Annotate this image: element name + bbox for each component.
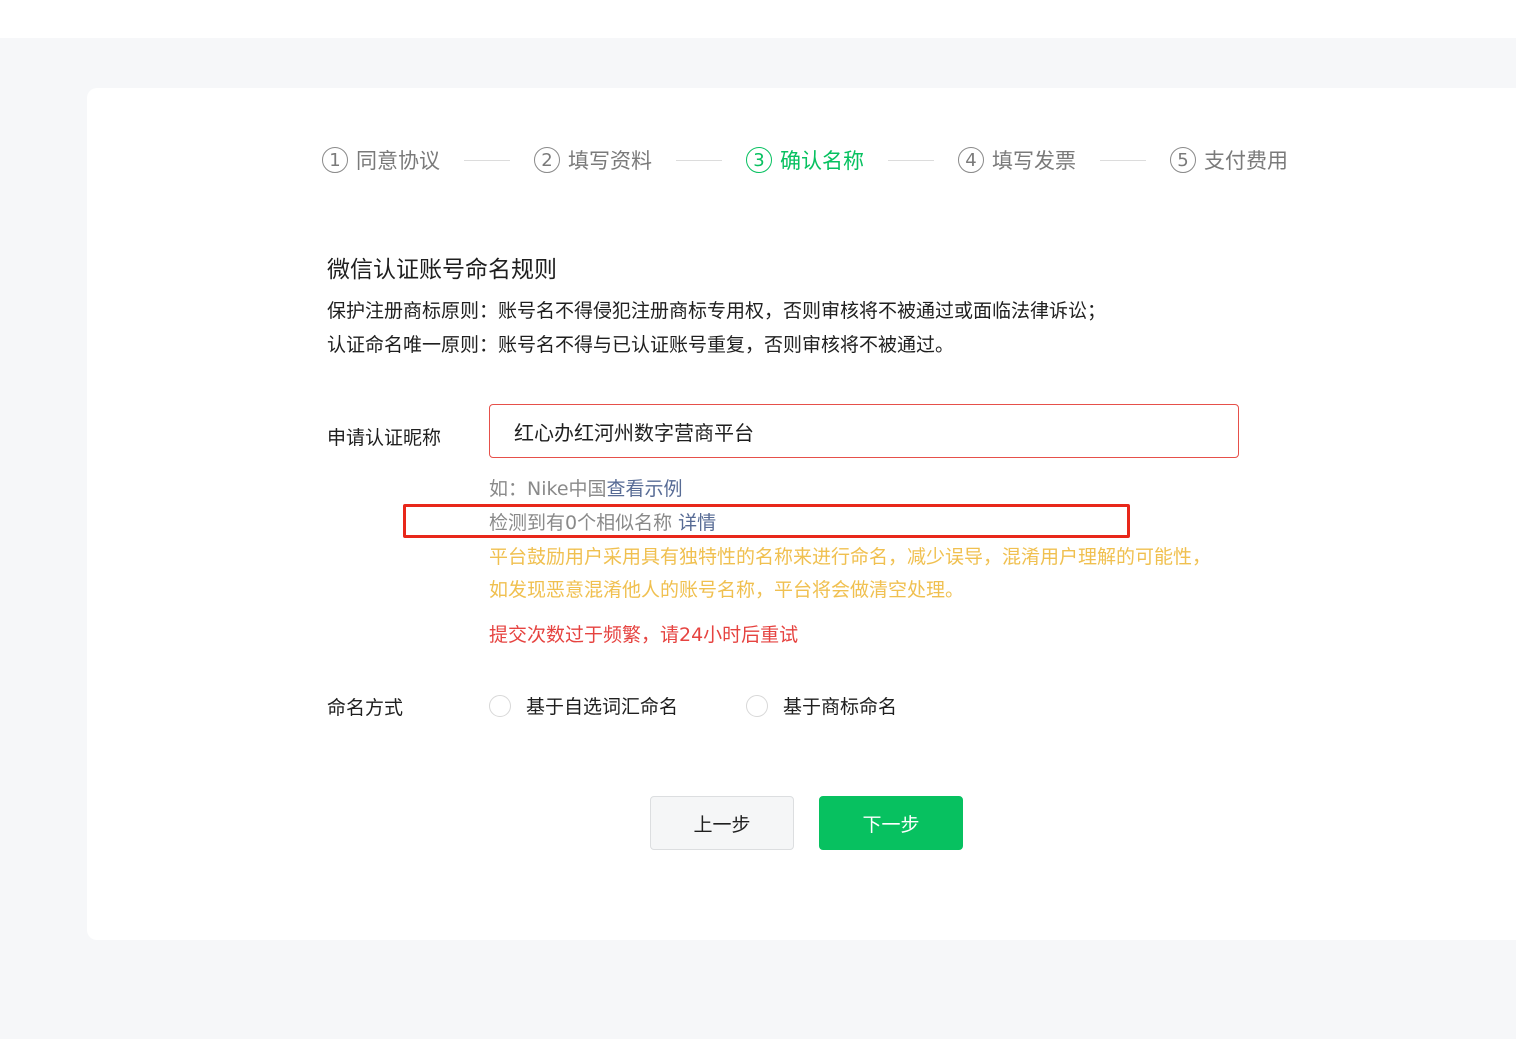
- rules-trademark-principle: 保护注册商标原则：账号名不得侵犯注册商标专用权，否则审核将不被通过或面临法律诉讼…: [327, 300, 1107, 322]
- encourage-note-line2: 如发现恶意混淆他人的账号名称，平台将会做清空处理。: [489, 579, 965, 601]
- radio-circle[interactable]: [746, 694, 768, 717]
- step-4: 4 填写发票: [958, 145, 1076, 175]
- step-number: 4: [958, 147, 984, 173]
- top-bar: [0, 0, 1516, 38]
- step-1: 1 同意协议: [322, 145, 440, 175]
- radio-trademark[interactable]: 基于商标命名: [746, 692, 897, 719]
- step-number: 2: [534, 147, 560, 173]
- radio-label: 基于商标命名: [783, 696, 898, 718]
- next-step-button[interactable]: 下一步: [819, 796, 963, 850]
- error-message: 提交次数过于频繁，请24小时后重试: [489, 624, 799, 646]
- step-number: 1: [322, 147, 348, 173]
- step-divider: [1100, 159, 1146, 161]
- prev-step-button[interactable]: 上一步: [650, 796, 794, 850]
- rules-unique-principle: 认证命名唯一原则：账号名不得与已认证账号重复，否则审核将不被通过。: [327, 334, 955, 356]
- nickname-label: 申请认证昵称: [327, 427, 442, 449]
- step-number: 5: [1170, 147, 1196, 173]
- radio-circle[interactable]: [489, 694, 511, 717]
- step-3: 3 确认名称: [746, 145, 864, 175]
- encourage-note-line1: 平台鼓励用户采用具有独特性的名称来进行命名，减少误导，混淆用户理解的可能性，: [489, 546, 1212, 568]
- radio-label: 基于自选词汇命名: [526, 696, 679, 718]
- step-5: 5 支付费用: [1170, 145, 1288, 175]
- step-label: 确认名称: [780, 149, 864, 173]
- step-label: 填写发票: [992, 149, 1076, 173]
- step-label: 同意协议: [356, 149, 440, 173]
- radio-custom-vocabulary[interactable]: 基于自选词汇命名: [489, 692, 678, 719]
- step-2: 2 填写资料: [534, 145, 652, 175]
- step-divider: [464, 159, 510, 161]
- view-example-link[interactable]: 查看示例: [607, 478, 683, 500]
- step-number: 3: [746, 147, 772, 173]
- step-label: 填写资料: [568, 149, 652, 173]
- rules-title: 微信认证账号命名规则: [327, 257, 557, 283]
- annotation-highlight-box: [403, 504, 1130, 538]
- example-prefix: 如：Nike中国: [489, 478, 607, 500]
- nickname-input[interactable]: [489, 404, 1239, 458]
- step-label: 支付费用: [1204, 149, 1288, 173]
- example-hint: 如：Nike中国查看示例: [489, 474, 683, 501]
- naming-method-label: 命名方式: [327, 697, 404, 719]
- step-divider: [888, 159, 934, 161]
- step-indicator: 1 同意协议 2 填写资料 3 确认名称 4 填写发票 5 支付费用: [322, 144, 1288, 176]
- step-divider: [676, 159, 722, 161]
